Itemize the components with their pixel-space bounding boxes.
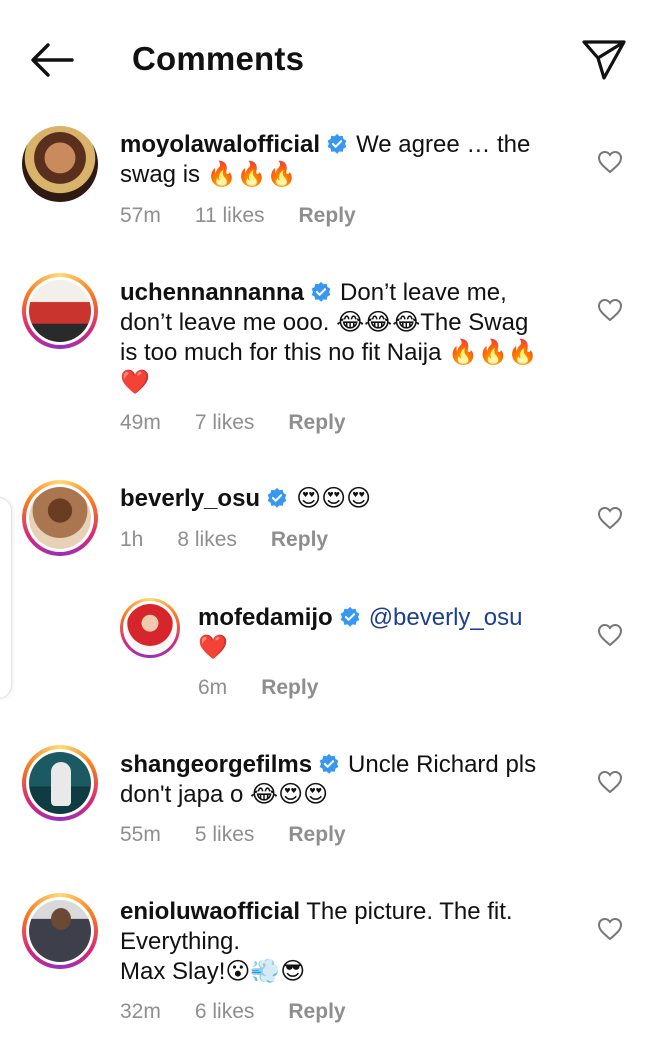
heart-icon[interactable] [597, 506, 623, 530]
username[interactable]: mofedamijo [198, 604, 333, 631]
avatar[interactable] [22, 126, 98, 202]
verified-badge-icon [311, 281, 331, 302]
heart-icon[interactable] [597, 770, 623, 794]
heart-icon[interactable] [597, 150, 623, 174]
reply-button[interactable]: Reply [261, 676, 318, 699]
comment-meta: 1h 8 likes Reply [120, 528, 362, 552]
comment-time: 55m [120, 823, 161, 846]
username[interactable]: shangeorgefilms [120, 751, 312, 778]
verified-badge-icon [267, 487, 287, 508]
paper-plane-icon[interactable] [580, 38, 628, 82]
comment-meta: 32m 6 likes Reply [120, 1000, 380, 1024]
comment-meta: 57m 11 likes Reply [120, 204, 390, 228]
verified-badge-icon [327, 133, 347, 154]
avatar[interactable] [22, 745, 98, 821]
mention-link[interactable]: @beverly_osu [369, 604, 523, 631]
reply-button[interactable]: Reply [271, 528, 328, 551]
verified-badge-icon [340, 606, 360, 627]
reply-button[interactable]: Reply [299, 204, 356, 227]
like-count[interactable]: 6 likes [195, 1000, 255, 1023]
comment-meta: 49m 7 likes Reply [120, 411, 380, 435]
verified-badge-icon [319, 753, 339, 774]
page-title: Comments [132, 40, 305, 77]
comment-meta: 6m Reply [198, 676, 352, 700]
avatar[interactable] [22, 480, 98, 556]
comment-time: 1h [120, 528, 144, 551]
comment-time: 6m [198, 676, 228, 699]
username[interactable]: moyolawalofficial [120, 131, 320, 158]
side-panel-handle[interactable] [0, 497, 12, 699]
heart-icon[interactable] [597, 917, 623, 941]
avatar[interactable] [120, 598, 180, 658]
comment-meta: 55m 5 likes Reply [120, 823, 380, 847]
heart-icon[interactable] [597, 298, 623, 322]
comment-time: 32m [120, 1000, 161, 1023]
username[interactable]: beverly_osu [120, 485, 260, 512]
username[interactable]: enioluwaofficial [120, 898, 300, 925]
reply-button[interactable]: Reply [288, 411, 345, 434]
comment-text: enioluwaofficial The picture. The fit. E… [120, 898, 513, 985]
like-count[interactable]: 8 likes [177, 528, 237, 551]
comment-text: shangeorgefilms Uncle Richard pls don't j… [120, 751, 537, 808]
header: Comments [0, 0, 662, 120]
comment-text: beverly_osu 😍😍😍 [120, 485, 372, 512]
comment-text: uchennannanna Don’t leave me, don’t leave… [120, 279, 538, 396]
like-count[interactable]: 7 likes [195, 411, 255, 434]
comment-text: moyolawalofficial We agree … the swag is … [120, 131, 531, 188]
comment-time: 57m [120, 204, 161, 227]
reply-button[interactable]: Reply [288, 823, 345, 846]
reply-button[interactable]: Reply [288, 1000, 345, 1023]
heart-icon[interactable] [597, 623, 623, 647]
arrow-left-icon[interactable] [28, 40, 76, 80]
avatar[interactable] [22, 273, 98, 349]
like-count[interactable]: 5 likes [195, 823, 255, 846]
like-count[interactable]: 11 likes [195, 204, 265, 227]
username[interactable]: uchennannanna [120, 279, 304, 306]
avatar[interactable] [22, 893, 98, 969]
comment-time: 49m [120, 411, 161, 434]
comment-text: mofedamijo @beverly_osu ❤️ [198, 604, 523, 661]
